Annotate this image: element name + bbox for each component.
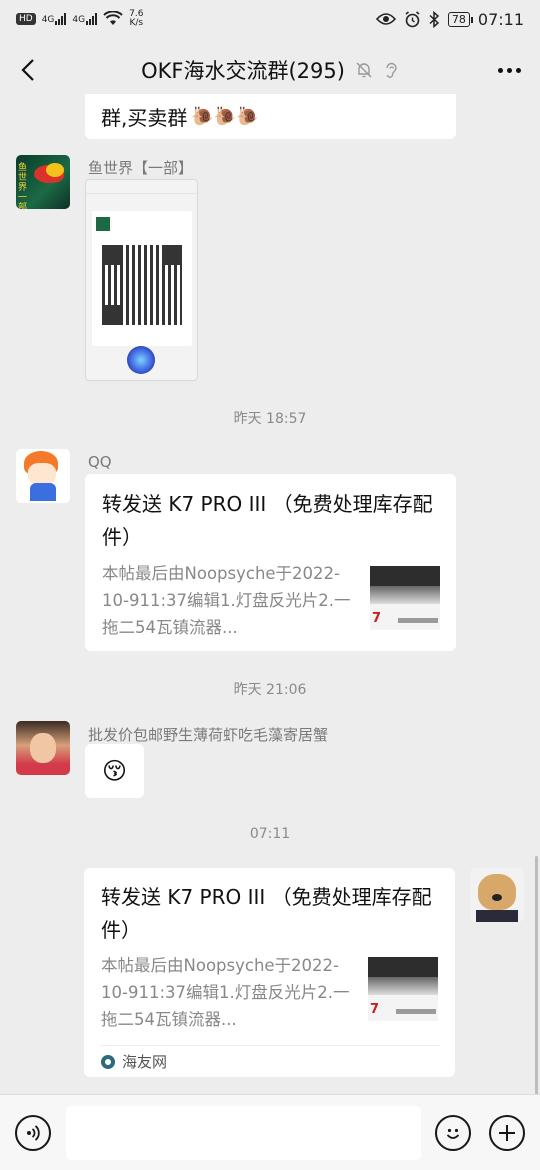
plus-icon	[499, 1125, 515, 1141]
voice-icon	[27, 1125, 40, 1141]
emoji-button[interactable]	[435, 1115, 471, 1151]
eye-icon	[375, 13, 396, 25]
status-right: 78 07:11	[375, 9, 524, 29]
link-card-divider	[101, 1045, 440, 1046]
thumbnail-caption	[396, 1009, 436, 1014]
status-bar: HD 4G 4G 7.6 K/s 78 07:11	[0, 0, 540, 38]
my-avatar[interactable]	[470, 868, 524, 922]
kissing-face-emoji-icon: 😚	[101, 757, 128, 785]
smiley-icon	[446, 1128, 460, 1139]
avatar-dog-collar-icon	[476, 910, 518, 922]
qr-image-message[interactable]	[85, 179, 198, 381]
timestamp: 昨天 18:57	[233, 411, 307, 427]
source-name: 海友网	[122, 1053, 168, 1071]
qr-code	[102, 245, 182, 325]
message-input[interactable]	[66, 1106, 421, 1160]
status-time: 07:11	[477, 9, 524, 29]
network-label: 4G	[41, 15, 55, 25]
avatar-face-icon	[30, 733, 56, 763]
avatar[interactable]	[16, 449, 70, 503]
link-card-description: 本帖最后由Noopsyche于2022-10-911:37编辑1.灯盘反光片2.…	[102, 564, 351, 637]
more-functions-button[interactable]	[489, 1115, 525, 1151]
qr-card-avatar	[96, 217, 110, 231]
thumbnail-light-bar-icon	[368, 957, 438, 977]
qr-card	[92, 211, 192, 346]
back-button[interactable]	[14, 54, 42, 86]
qr-image-header	[86, 180, 197, 194]
chat-input-bar	[0, 1094, 540, 1170]
thumbnail-caption	[398, 618, 438, 623]
avatar-dog-icon	[478, 874, 516, 910]
timestamp: 昨天 21:06	[233, 682, 307, 698]
avatar-dog-nose-icon	[492, 894, 502, 901]
avatar-label: 鱼世界一部	[18, 163, 28, 209]
thumbnail-logo: 7	[372, 611, 382, 626]
network-label: 4G	[72, 15, 86, 25]
siri-orb-icon	[127, 346, 155, 374]
back-icon	[21, 59, 34, 81]
link-card-thumbnail: 7	[370, 566, 440, 630]
thumbnail-logo: 7	[370, 1002, 380, 1017]
thumbnail-light-bar-icon	[370, 566, 440, 586]
sender-name: 鱼世界【一部】	[88, 159, 194, 177]
alarm-icon	[405, 10, 420, 27]
link-card-thumbnail: 7	[368, 957, 438, 1021]
link-card-title: 转发送 K7 PRO III （免费处理库存配件）	[101, 885, 432, 942]
signal-icon: 4G	[72, 13, 98, 25]
network-speed: 7.6 K/s	[129, 10, 143, 28]
link-card-description: 本帖最后由Noopsyche于2022-10-911:37编辑1.灯盘反光片2.…	[101, 956, 350, 1029]
avatar-cartoon-body-icon	[30, 483, 56, 501]
avatar-fish-icon	[46, 163, 64, 177]
message-text: 群,买卖群	[101, 106, 188, 130]
link-card-title: 转发送 K7 PRO III （免费处理库存配件）	[102, 492, 433, 549]
wifi-icon	[103, 11, 123, 25]
status-left: HD 4G 4G 7.6 K/s	[16, 10, 143, 28]
thumbnail-light-bar-icon	[370, 586, 440, 604]
speed-unit: K/s	[129, 18, 144, 28]
mute-bell-icon	[356, 62, 372, 78]
title-group: OKF海水交流群(295)	[141, 55, 399, 85]
emoji-message[interactable]: 😚	[85, 744, 144, 798]
link-card-message[interactable]: 转发送 K7 PRO III （免费处理库存配件） 本帖最后由Noopsyche…	[85, 474, 456, 651]
sender-name: QQ	[88, 453, 112, 471]
link-card-source: 海友网	[101, 1051, 167, 1072]
voice-button[interactable]	[15, 1115, 51, 1151]
thumbnail-light-bar-icon	[368, 977, 438, 995]
hd-badge: HD	[16, 13, 36, 25]
avatar[interactable]	[16, 721, 70, 775]
more-button[interactable]	[492, 56, 526, 84]
ear-icon	[386, 62, 397, 78]
chat-header: OKF海水交流群(295)	[0, 38, 540, 102]
sender-name: 批发价包邮野生薄荷虾吃毛藻寄居蟹	[88, 726, 329, 744]
link-card-message[interactable]: 转发送 K7 PRO III （免费处理库存配件） 本帖最后由Noopsyche…	[84, 868, 455, 1077]
scrollbar[interactable]	[535, 856, 538, 1096]
bluetooth-icon	[429, 10, 440, 28]
avatar[interactable]: 鱼世界一部	[16, 155, 70, 209]
source-logo-icon	[101, 1054, 115, 1069]
signal-icon: 4G	[42, 13, 67, 25]
message-bubble-partial[interactable]: 群,买卖群 🐌🐌🐌	[85, 94, 456, 139]
snail-emoji-icon: 🐌🐌🐌	[191, 106, 259, 127]
more-icon	[497, 67, 503, 73]
avatar-cartoon-face-icon	[28, 463, 56, 485]
battery-icon: 78	[447, 11, 473, 27]
timestamp: 07:11	[249, 826, 291, 842]
chat-title: OKF海水交流群(295)	[141, 59, 345, 83]
